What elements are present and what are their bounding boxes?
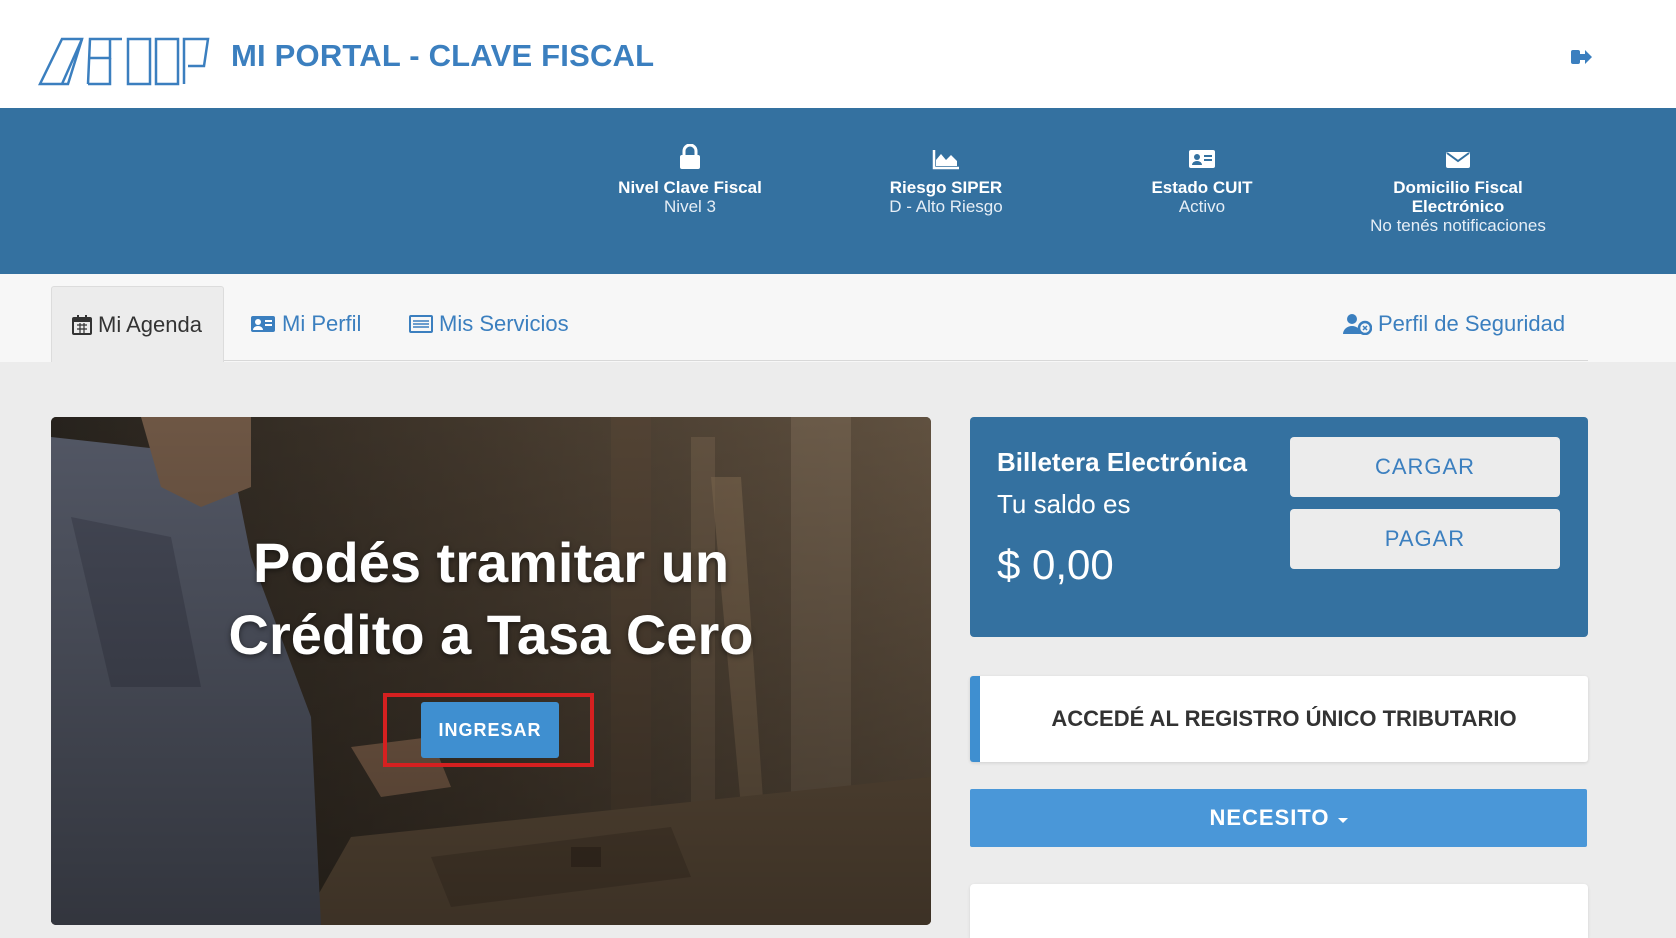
ingresar-button[interactable]: INGRESAR (421, 702, 559, 758)
promo-banner: Podés tramitar un Crédito a Tasa Cero IN… (51, 417, 931, 925)
riesgo-siper[interactable]: Riesgo SIPER D - Alto Riesgo (826, 140, 1066, 217)
tab-label: Mi Agenda (98, 311, 202, 337)
stat-title-line2: Electrónico (1411, 197, 1505, 216)
stat-value: Nivel 3 (664, 197, 716, 216)
wallet-subtitle: Tu saldo es (997, 489, 1131, 519)
tab-label: Mi Perfil (282, 311, 362, 336)
banner-photo (51, 417, 931, 925)
domicilio-fiscal-electronico[interactable]: Domicilio Fiscal Electrónico No tenés no… (1338, 140, 1578, 236)
wallet-balance: $ 0,00 (997, 541, 1114, 588)
nivel-clave-fiscal[interactable]: Nivel Clave Fiscal Nivel 3 (570, 140, 810, 217)
user-lock-icon (1343, 314, 1372, 335)
afip-logo[interactable] (38, 36, 210, 86)
pagar-button[interactable]: PAGAR (1290, 509, 1560, 569)
header: MI PORTAL - CLAVE FISCAL (0, 0, 1676, 108)
caret-down-icon (1337, 817, 1348, 823)
billetera-electronica-card: Billetera Electrónica Tu saldo es $ 0,00… (970, 417, 1588, 637)
banner-headline-line1: Podés tramitar un (252, 531, 730, 594)
stat-value: Activo (1178, 197, 1226, 216)
area-chart-icon (932, 150, 959, 170)
stat-title: Domicilio Fiscal (1393, 178, 1523, 197)
estado-cuit[interactable]: Estado CUIT Activo (1082, 140, 1322, 217)
list-icon (409, 315, 433, 333)
necesito-dropdown[interactable]: NECESITO (970, 789, 1587, 847)
envelope-icon (1446, 152, 1470, 168)
id-card-icon (1189, 150, 1215, 168)
wallet-title: Billetera Electrónica (997, 447, 1247, 477)
stat-title: Nivel Clave Fiscal (618, 178, 762, 197)
tab-perfil-de-seguridad[interactable]: Perfil de Seguridad (1322, 286, 1585, 362)
cargar-button[interactable]: CARGAR (1290, 437, 1560, 497)
banner-headline-line2: Crédito a Tasa Cero (228, 603, 754, 666)
status-band: Nivel Clave Fiscal Nivel 3 Riesgo SIPER … (0, 108, 1676, 274)
necesito-label: NECESITO (1209, 805, 1330, 830)
banner-headline: Podés tramitar un Crédito a Tasa Cero (51, 527, 931, 671)
registro-unico-tributario-link[interactable]: ACCEDÉ AL REGISTRO ÚNICO TRIBUTARIO (970, 676, 1588, 762)
tab-mi-agenda[interactable]: Mi Agenda (51, 286, 224, 362)
calendar-icon (72, 314, 92, 335)
registro-label: ACCEDÉ AL REGISTRO ÚNICO TRIBUTARIO (1051, 706, 1517, 731)
tab-label: Mis Servicios (439, 311, 569, 336)
tab-label: Perfil de Seguridad (1378, 311, 1566, 336)
tab-mis-servicios[interactable]: Mis Servicios (389, 286, 589, 362)
stat-value: D - Alto Riesgo (889, 197, 1003, 216)
portal-title: MI PORTAL - CLAVE FISCAL (231, 38, 655, 73)
tab-mi-perfil[interactable]: Mi Perfil (230, 286, 381, 362)
lock-icon (680, 144, 700, 169)
id-card-icon (251, 316, 275, 332)
sign-out-icon[interactable] (1569, 47, 1593, 67)
stat-title: Estado CUIT (1151, 178, 1253, 197)
bottom-card (970, 884, 1588, 938)
stat-title: Riesgo SIPER (889, 178, 1003, 197)
stat-value: No tenés notificaciones (1370, 216, 1546, 235)
